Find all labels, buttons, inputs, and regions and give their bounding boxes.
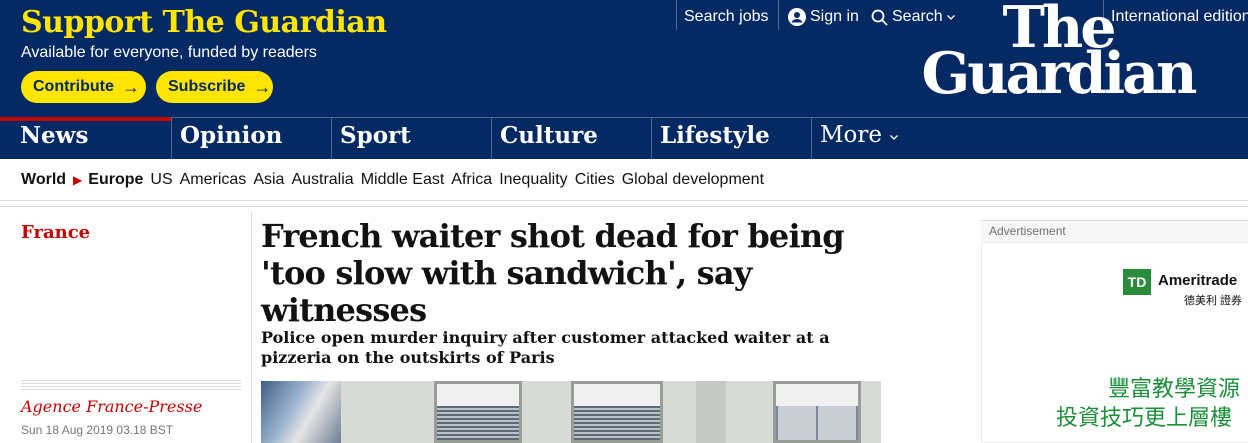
arrow-right-icon: → <box>253 76 272 97</box>
support-subtitle: Available for everyone, funded by reader… <box>21 44 317 61</box>
guardian-logo[interactable]: The Guardian <box>908 0 1208 107</box>
sign-in-link[interactable]: Sign in <box>788 6 859 28</box>
more-label: More <box>820 122 883 148</box>
chevron-down-icon <box>890 135 899 140</box>
image-detail <box>261 381 341 443</box>
section-label[interactable]: France <box>21 222 90 243</box>
td-logo-icon: TD <box>1123 269 1151 295</box>
ad-brand: Ameritrade <box>1158 272 1238 289</box>
article-meta: France Agence France-Presse Sun 18 Aug 2… <box>0 212 252 443</box>
subnav-europe[interactable]: Europe <box>88 171 143 189</box>
image-window <box>773 381 861 443</box>
subnav-australia[interactable]: Australia <box>291 171 353 189</box>
article-standfirst: Police open murder inquiry after custome… <box>261 328 830 367</box>
article-headline: French waiter shot dead for being 'too s… <box>261 217 845 329</box>
logo-line-2: Guardian <box>921 40 1198 107</box>
ad-line-2: 投資技巧更上層樓 <box>1056 405 1233 430</box>
sub-navigation: World ▶ Europe US Americas Asia Australi… <box>0 159 1248 201</box>
search-icon <box>871 9 888 26</box>
pillar-nav: News Opinion Sport Culture Lifestyle Mor… <box>0 117 1248 159</box>
subnav-africa[interactable]: Africa <box>451 171 492 189</box>
subnav-us[interactable]: US <box>150 171 172 189</box>
pillar-more[interactable]: More <box>811 118 931 159</box>
support-title: Support The Guardian <box>21 5 387 40</box>
subnav-cities[interactable]: Cities <box>575 171 615 189</box>
article-main-image <box>261 381 881 443</box>
triangle-right-icon: ▶ <box>73 172 83 187</box>
byline[interactable]: Agence France-Presse <box>21 397 202 416</box>
divider <box>778 0 779 30</box>
subnav-inequality[interactable]: Inequality <box>499 171 568 189</box>
image-window <box>571 381 663 443</box>
contribute-button[interactable]: Contribute → <box>21 71 146 103</box>
subnav-asia[interactable]: Asia <box>253 171 284 189</box>
contribute-label: Contribute <box>33 78 114 95</box>
ad-creative[interactable]: TD Ameritrade 德美利 證券 豐富教學資源 投資技巧更上層樓 <box>981 242 1248 443</box>
subnav-world[interactable]: World <box>21 171 66 189</box>
pillar-culture[interactable]: Culture <box>491 118 651 159</box>
masthead: Support The Guardian Available for every… <box>0 0 1248 117</box>
publish-date: Sun 18 Aug 2019 03.18 BST <box>21 423 174 437</box>
subnav-global-development[interactable]: Global development <box>622 171 764 189</box>
sign-in-label: Sign in <box>810 8 859 25</box>
image-window <box>434 381 522 443</box>
image-detail <box>696 381 726 443</box>
subnav-middle-east[interactable]: Middle East <box>361 171 445 189</box>
ad-label: Advertisement <box>981 220 1248 242</box>
pillar-sport[interactable]: Sport <box>331 118 491 159</box>
search-jobs-link[interactable]: Search jobs <box>684 6 769 28</box>
meta-divider <box>21 380 241 392</box>
pillar-lifestyle[interactable]: Lifestyle <box>651 118 811 159</box>
user-icon <box>788 8 806 26</box>
pillar-opinion[interactable]: Opinion <box>171 118 331 159</box>
subnav-americas[interactable]: Americas <box>180 171 247 189</box>
subscribe-label: Subscribe <box>168 78 246 95</box>
divider <box>676 0 677 30</box>
divider <box>0 206 1248 207</box>
arrow-right-icon: → <box>121 76 140 97</box>
ad-brand-sub: 德美利 證券 <box>1184 295 1243 307</box>
advertisement: Advertisement TD Ameritrade 德美利 證券 豐富教學資… <box>981 220 1248 443</box>
subscribe-button[interactable]: Subscribe → <box>156 71 273 103</box>
ad-line-1: 豐富教學資源 <box>1108 376 1241 401</box>
pillar-news[interactable]: News <box>0 117 171 158</box>
